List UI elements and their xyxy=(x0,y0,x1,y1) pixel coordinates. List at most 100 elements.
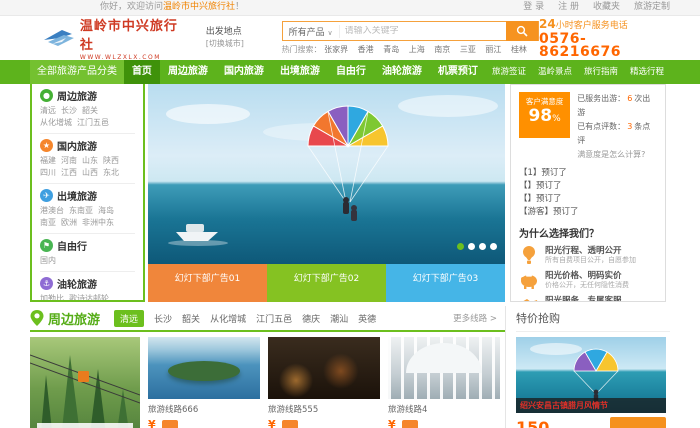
satisfaction-score-badge: 客户满意度 98% xyxy=(519,92,570,138)
tab-destination[interactable]: 英德 xyxy=(358,312,376,325)
booking-item[interactable]: 【游客】预订了 xyxy=(519,206,657,219)
sidebar-link[interactable]: 南亚 xyxy=(40,218,56,227)
booking-item[interactable]: 【】预订了 xyxy=(519,180,657,193)
carousel-dot[interactable] xyxy=(479,243,486,250)
sidebar-link[interactable]: 从化增城 xyxy=(40,118,72,127)
sidebar-link[interactable]: 山西 xyxy=(82,168,98,177)
sidebar-group-title[interactable]: 油轮旅游 xyxy=(57,276,97,291)
sidebar-link[interactable]: 东南亚 xyxy=(69,206,93,215)
all-categories-button[interactable]: 全部旅游产品分类 xyxy=(30,60,124,84)
banner-ad-3[interactable]: 幻灯下部广告03 xyxy=(386,264,505,302)
special-offer-price: 150 xyxy=(516,418,549,428)
nav-item-outbound[interactable]: 出境旅游 xyxy=(272,60,328,84)
tour-card[interactable]: 旅游线路4 ¥ xyxy=(388,337,500,428)
reason-title: 阳光行程、透明公开 xyxy=(545,246,636,256)
nav-item-peripheral[interactable]: 周边旅游 xyxy=(160,60,216,84)
hot-keyword[interactable]: 青岛 xyxy=(383,45,399,54)
parasailing-scene-graphic xyxy=(148,84,505,264)
hot-keyword[interactable]: 丽江 xyxy=(485,45,501,54)
anchor-icon: ⚓ xyxy=(40,277,53,290)
carousel-dot[interactable] xyxy=(490,243,497,250)
reason-desc: 价格公开，无任何隐性消费 xyxy=(545,281,629,290)
reason-title: 阳光服务、专属客服 xyxy=(545,296,652,303)
sidebar-link[interactable]: 海岛 xyxy=(98,206,114,215)
hotline-number: 0576-86216676 xyxy=(539,33,668,59)
sidebar-link[interactable]: 江门五邑 xyxy=(77,118,109,127)
search-input[interactable] xyxy=(340,26,506,36)
hot-keyword[interactable]: 桂林 xyxy=(511,45,527,54)
satisfaction-how-link[interactable]: 满意度是怎么计算? xyxy=(577,148,657,162)
tab-destination[interactable]: 清远 xyxy=(114,310,144,327)
site-logo[interactable]: 温岭市中兴旅行社 WWW.WLZXLX.COM xyxy=(42,15,192,61)
sidebar-link[interactable]: 河南 xyxy=(61,156,77,165)
favorites-link[interactable]: 收藏夹 xyxy=(593,0,620,16)
nav-item-flight[interactable]: 机票预订 xyxy=(430,60,486,84)
destination-tabs: 清远 长沙 韶关 从化增城 江门五邑 德庆 潮汕 英德 xyxy=(114,310,376,327)
sidebar-link[interactable]: 长沙 xyxy=(61,106,77,115)
sidebar-group-title[interactable]: 周边旅游 xyxy=(57,88,97,103)
why-choose-us-title: 为什么选择我们？ xyxy=(519,225,657,240)
sidebar-group-title[interactable]: 出境旅游 xyxy=(57,188,97,203)
sidebar-link[interactable]: 东北 xyxy=(103,168,119,177)
sidebar-link[interactable]: 欧洲 xyxy=(61,218,77,227)
special-offer-image: 绍兴安昌古镇腊月风情节 xyxy=(516,337,666,413)
nav-item-cruise[interactable]: 油轮旅游 xyxy=(374,60,430,84)
search-button[interactable] xyxy=(506,21,538,41)
sidebar-group-title[interactable]: 自由行 xyxy=(57,238,87,253)
nav-item-attractions[interactable]: 温岭景点 xyxy=(532,60,578,84)
sidebar-link[interactable]: 国内 xyxy=(40,256,56,265)
banner-ad-1[interactable]: 幻灯下部广告01 xyxy=(148,264,267,302)
nav-item-home[interactable]: 首页 xyxy=(124,60,160,84)
sidebar-link[interactable]: 清远 xyxy=(40,106,56,115)
tour-card-image xyxy=(268,337,380,399)
hot-keyword[interactable]: 南京 xyxy=(434,45,450,54)
booking-item[interactable]: 【】预订了 xyxy=(519,193,657,206)
booking-item[interactable]: 【1】预订了 xyxy=(519,167,657,180)
nav-item-visa[interactable]: 旅游签证 xyxy=(486,60,532,84)
tour-card[interactable]: 旅游线路555 ¥ xyxy=(268,337,380,428)
search-category-dropdown[interactable]: 所有产品 ∨ xyxy=(283,25,340,38)
sidebar-link[interactable]: 陕西 xyxy=(103,156,119,165)
sidebar-group-title[interactable]: 国内旅游 xyxy=(57,138,97,153)
sidebar-link[interactable]: 非洲中东 xyxy=(82,218,114,227)
nav-item-domestic[interactable]: 国内旅游 xyxy=(216,60,272,84)
more-routes-link[interactable]: 更多线路 > xyxy=(453,312,497,324)
hero-banner-slide[interactable] xyxy=(148,84,505,264)
sidebar-link[interactable]: 港澳台 xyxy=(40,206,64,215)
buy-now-button[interactable] xyxy=(610,417,666,428)
karst-mountains-graphic xyxy=(30,337,140,428)
carousel-dot[interactable] xyxy=(457,243,464,250)
location-pin-icon: ● xyxy=(40,89,53,102)
sidebar-link[interactable]: 福建 xyxy=(40,156,56,165)
tab-destination[interactable]: 德庆 xyxy=(302,312,320,325)
tab-destination[interactable]: 从化增城 xyxy=(210,312,246,325)
sidebar-link[interactable]: 江西 xyxy=(61,168,77,177)
switch-city-link[interactable]: [切换城市] xyxy=(206,38,266,50)
sidebar-link[interactable]: 加勒比 xyxy=(40,294,64,302)
reason-item: 阳光行程、透明公开 所有自费项目公开，自愿参加 xyxy=(519,245,657,265)
special-offer-card[interactable]: 绍兴安昌古镇腊月风情节 150 xyxy=(516,337,666,428)
banner-ad-2[interactable]: 幻灯下部广告02 xyxy=(267,264,386,302)
tour-card[interactable]: 旅游线路666 ¥ xyxy=(148,337,260,428)
sidebar-link[interactable]: 山东 xyxy=(82,156,98,165)
hot-keyword[interactable]: 香港 xyxy=(358,45,374,54)
hot-keyword[interactable]: 三亚 xyxy=(460,45,476,54)
sidebar-link[interactable]: 歌诗达邮轮 xyxy=(69,294,109,302)
carousel-dot[interactable] xyxy=(468,243,475,250)
sidebar-link[interactable]: 韶关 xyxy=(82,106,98,115)
tab-destination[interactable]: 韶关 xyxy=(182,312,200,325)
nav-item-guide[interactable]: 旅行指南 xyxy=(578,60,624,84)
zhangjiajie-promo-card[interactable]: 魅力张家界 · xyxy=(30,337,140,428)
hot-keyword[interactable]: 上海 xyxy=(409,45,425,54)
departure-label: 出发地点 xyxy=(206,26,266,38)
hot-keyword[interactable]: 张家界 xyxy=(324,45,348,54)
tab-destination[interactable]: 潮汕 xyxy=(330,312,348,325)
tab-destination[interactable]: 江门五邑 xyxy=(256,312,292,325)
tab-destination[interactable]: 长沙 xyxy=(154,312,172,325)
nav-item-itineraries[interactable]: 精选行程 xyxy=(624,60,670,84)
register-link[interactable]: 注 册 xyxy=(558,0,579,16)
nav-item-independent[interactable]: 自由行 xyxy=(328,60,374,84)
login-link[interactable]: 登 录 xyxy=(523,0,544,16)
custom-travel-link[interactable]: 旅游定制 xyxy=(634,0,670,16)
sidebar-link[interactable]: 四川 xyxy=(40,168,56,177)
